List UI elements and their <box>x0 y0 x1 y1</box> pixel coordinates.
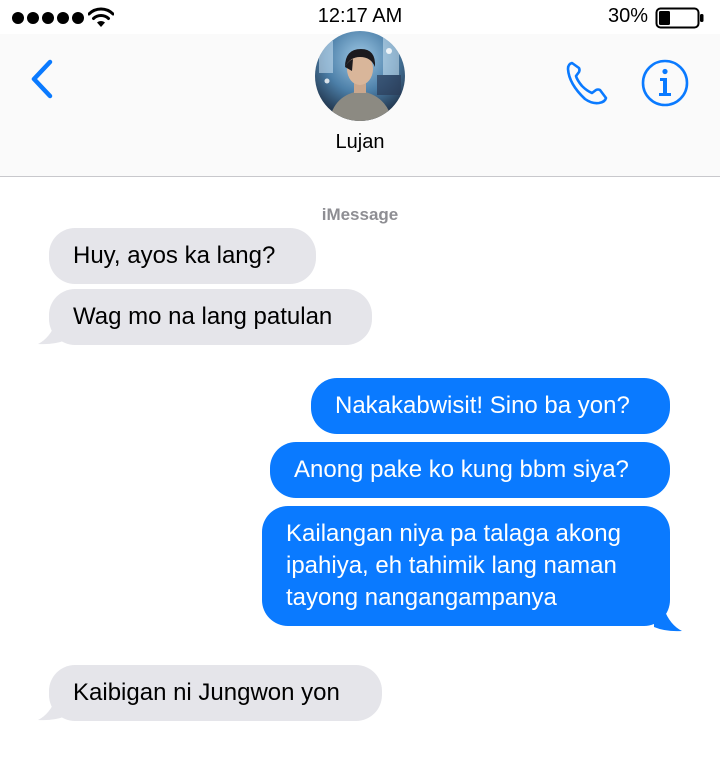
outgoing-bubble-tail <box>654 609 682 632</box>
incoming-bubble-tail <box>38 322 66 345</box>
incoming-message-bubble[interactable]: Kaibigan ni Jungwon yon <box>49 665 382 721</box>
outgoing-message-bubble[interactable]: Nakakabwisit! Sino ba yon? <box>311 378 670 434</box>
contact-avatar[interactable] <box>315 31 405 121</box>
phone-icon <box>566 61 608 105</box>
back-button[interactable] <box>26 54 60 104</box>
service-label: iMessage <box>321 205 399 224</box>
outgoing-message-bubble[interactable]: Anong pake ko kung bbm siya? <box>270 442 670 498</box>
incoming-bubble-tail <box>38 698 66 721</box>
call-button[interactable] <box>563 58 611 106</box>
battery-icon <box>655 7 704 29</box>
info-icon <box>641 59 689 107</box>
incoming-message-bubble[interactable]: Wag mo na lang patulan <box>49 289 372 345</box>
info-button[interactable] <box>640 58 690 108</box>
conversation-header: Lujan <box>0 31 720 177</box>
contact-name[interactable]: Lujan <box>0 131 720 154</box>
chevron-left-icon <box>31 59 53 99</box>
status-bar: 12:17 AM 30% <box>0 0 720 34</box>
battery-percentage: 30% <box>607 5 648 27</box>
incoming-message-bubble[interactable]: Huy, ayos ka lang? <box>49 228 316 284</box>
outgoing-message-bubble[interactable]: Kailangan niya pa talaga akong ipahiya, … <box>262 506 670 626</box>
avatar-photo <box>315 31 405 121</box>
